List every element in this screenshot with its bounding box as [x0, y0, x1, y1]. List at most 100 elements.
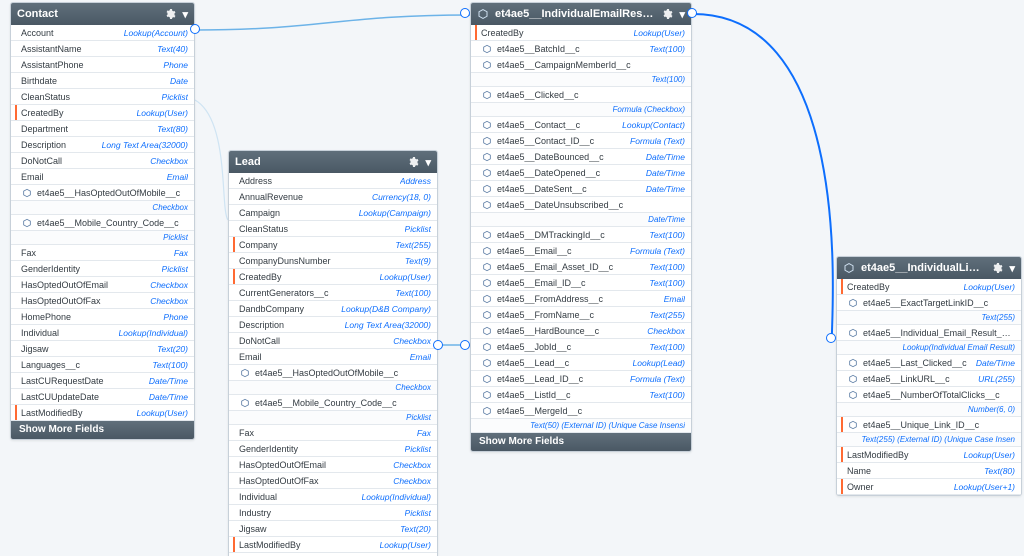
field-row[interactable]: et4ae5__HasOptedOutOfMobile__c: [229, 365, 437, 381]
panel-ier[interactable]: et4ae5__IndividualEmailResult__c ▾ Creat…: [470, 2, 692, 452]
field-row[interactable]: JigsawText(20): [11, 341, 194, 357]
field-row[interactable]: et4ae5__DateOpened__cDate/Time: [471, 165, 691, 181]
field-row[interactable]: et4ae5__Individual_Email_Result__c: [837, 325, 1021, 341]
gear-icon[interactable]: [407, 156, 419, 168]
field-row[interactable]: LastCURequestDateDate/Time: [11, 373, 194, 389]
field-row[interactable]: et4ae5__Email_ID__cText(100): [471, 275, 691, 291]
chevron-down-icon[interactable]: ▾: [679, 8, 685, 21]
show-more-fields[interactable]: Show More Fields: [471, 433, 691, 451]
field-row[interactable]: AccountLookup(Account): [11, 25, 194, 41]
field-row[interactable]: et4ae5__Contact_ID__cFormula (Text): [471, 133, 691, 149]
field-row[interactable]: HasOptedOutOfEmailCheckbox: [11, 277, 194, 293]
field-row[interactable]: et4ae5__Lead_ID__cFormula (Text): [471, 371, 691, 387]
field-row[interactable]: et4ae5__NumberOfTotalClicks__c: [837, 387, 1021, 403]
port-ier-left2[interactable]: [460, 340, 470, 350]
field-row[interactable]: LastCUUpdateDateDate/Time: [11, 389, 194, 405]
port-lead-right[interactable]: [433, 340, 443, 350]
field-row[interactable]: AssistantPhonePhone: [11, 57, 194, 73]
panel-lead[interactable]: Lead ▾ AddressAddressAnnualRevenueCurren…: [228, 150, 438, 556]
chevron-down-icon[interactable]: ▾: [425, 156, 431, 169]
field-row[interactable]: DescriptionLong Text Area(32000): [11, 137, 194, 153]
panel-header-contact[interactable]: Contact ▾: [11, 3, 194, 25]
field-row[interactable]: AnnualRevenueCurrency(18, 0): [229, 189, 437, 205]
field-row[interactable]: BirthdateDate: [11, 73, 194, 89]
field-row[interactable]: et4ae5__Lead__cLookup(Lead): [471, 355, 691, 371]
field-row[interactable]: et4ae5__DateUnsubscribed__c: [471, 197, 691, 213]
field-row[interactable]: et4ae5__DateBounced__cDate/Time: [471, 149, 691, 165]
gear-icon[interactable]: [661, 8, 673, 20]
field-row[interactable]: IndustryPicklist: [229, 505, 437, 521]
field-row[interactable]: JigsawText(20): [229, 521, 437, 537]
gear-icon[interactable]: [991, 262, 1003, 274]
field-row[interactable]: GenderIdentityPicklist: [11, 261, 194, 277]
field-row[interactable]: FaxFax: [229, 425, 437, 441]
field-row[interactable]: et4ae5__JobId__cText(100): [471, 339, 691, 355]
field-row[interactable]: CreatedByLookup(User): [11, 105, 194, 121]
field-row[interactable]: FaxFax: [11, 245, 194, 261]
field-row[interactable]: et4ae5__HasOptedOutOfMobile__c: [11, 185, 194, 201]
field-row[interactable]: EmailEmail: [229, 349, 437, 365]
chevron-down-icon[interactable]: ▾: [182, 8, 188, 21]
field-row[interactable]: GenderIdentityPicklist: [229, 441, 437, 457]
field-row[interactable]: AddressAddress: [229, 173, 437, 189]
field-row[interactable]: et4ae5__FromName__cText(255): [471, 307, 691, 323]
field-row[interactable]: et4ae5__Contact__cLookup(Contact): [471, 117, 691, 133]
field-row[interactable]: et4ae5__FromAddress__cEmail: [471, 291, 691, 307]
field-row[interactable]: et4ae5__DateSent__cDate/Time: [471, 181, 691, 197]
field-row[interactable]: CompanyText(255): [229, 237, 437, 253]
field-row[interactable]: LastModifiedByLookup(User): [11, 405, 194, 421]
chevron-down-icon[interactable]: ▾: [1009, 262, 1015, 275]
field-row[interactable]: et4ae5__Clicked__c: [471, 87, 691, 103]
field-row[interactable]: Languages__cText(100): [11, 357, 194, 373]
field-row[interactable]: et4ae5__BatchId__cText(100): [471, 41, 691, 57]
field-row[interactable]: et4ae5__ListId__cText(100): [471, 387, 691, 403]
port-ilink-left[interactable]: [826, 333, 836, 343]
field-row[interactable]: et4ae5__Unique_Link_ID__c: [837, 417, 1021, 433]
field-row[interactable]: et4ae5__Email__cFormula (Text): [471, 243, 691, 259]
field-row[interactable]: IndividualLookup(Individual): [229, 489, 437, 505]
panel-header-lead[interactable]: Lead ▾: [229, 151, 437, 173]
field-row[interactable]: et4ae5__Email_Asset_ID__cText(100): [471, 259, 691, 275]
field-row[interactable]: AssistantNameText(40): [11, 41, 194, 57]
field-row[interactable]: HasOptedOutOfEmailCheckbox: [229, 457, 437, 473]
field-row[interactable]: NameText(80): [837, 463, 1021, 479]
field-row[interactable]: CompanyDunsNumberText(9): [229, 253, 437, 269]
field-row[interactable]: LastModifiedByLookup(User): [229, 537, 437, 553]
field-row[interactable]: CreatedByLookup(User): [837, 279, 1021, 295]
field-row[interactable]: DoNotCallCheckbox: [229, 333, 437, 349]
field-row[interactable]: HasOptedOutOfFaxCheckbox: [229, 473, 437, 489]
field-row[interactable]: CleanStatusPicklist: [11, 89, 194, 105]
field-row[interactable]: IndividualLookup(Individual): [11, 325, 194, 341]
show-more-fields[interactable]: Show More Fields: [11, 421, 194, 439]
field-row[interactable]: et4ae5__ExactTargetLinkID__c: [837, 295, 1021, 311]
field-row[interactable]: CreatedByLookup(User): [229, 269, 437, 285]
field-row[interactable]: et4ae5__Mobile_Country_Code__c: [11, 215, 194, 231]
field-row[interactable]: DescriptionLong Text Area(32000): [229, 317, 437, 333]
field-row[interactable]: HasOptedOutOfFaxCheckbox: [11, 293, 194, 309]
port-contact-right[interactable]: [190, 24, 200, 34]
field-row[interactable]: LastModifiedByLookup(User): [837, 447, 1021, 463]
field-row[interactable]: et4ae5__CampaignMemberId__c: [471, 57, 691, 73]
panel-header-ilink[interactable]: et4ae5__IndividualLink__c ▾: [837, 257, 1021, 279]
field-row[interactable]: CampaignLookup(Campaign): [229, 205, 437, 221]
port-ier-left[interactable]: [460, 8, 470, 18]
panel-header-ier[interactable]: et4ae5__IndividualEmailResult__c ▾: [471, 3, 691, 25]
field-row[interactable]: et4ae5__HardBounce__cCheckbox: [471, 323, 691, 339]
field-row[interactable]: et4ae5__Mobile_Country_Code__c: [229, 395, 437, 411]
field-row[interactable]: OwnerLookup(User+1): [837, 479, 1021, 495]
field-row[interactable]: CreatedByLookup(User): [471, 25, 691, 41]
field-row[interactable]: HomePhonePhone: [11, 309, 194, 325]
field-row[interactable]: EmailEmail: [11, 169, 194, 185]
field-row[interactable]: CleanStatusPicklist: [229, 221, 437, 237]
field-row[interactable]: et4ae5__DMTrackingId__cText(100): [471, 227, 691, 243]
panel-contact[interactable]: Contact ▾ AccountLookup(Account)Assistan…: [10, 2, 195, 440]
port-ier-right[interactable]: [687, 8, 697, 18]
field-row[interactable]: DepartmentText(80): [11, 121, 194, 137]
field-row[interactable]: DoNotCallCheckbox: [11, 153, 194, 169]
field-row[interactable]: et4ae5__LinkURL__cURL(255): [837, 371, 1021, 387]
field-row[interactable]: CurrentGenerators__cText(100): [229, 285, 437, 301]
panel-ilink[interactable]: et4ae5__IndividualLink__c ▾ CreatedByLoo…: [836, 256, 1022, 496]
field-row[interactable]: et4ae5__MergeId__c: [471, 403, 691, 419]
field-row[interactable]: DandbCompanyLookup(D&B Company): [229, 301, 437, 317]
gear-icon[interactable]: [164, 8, 176, 20]
